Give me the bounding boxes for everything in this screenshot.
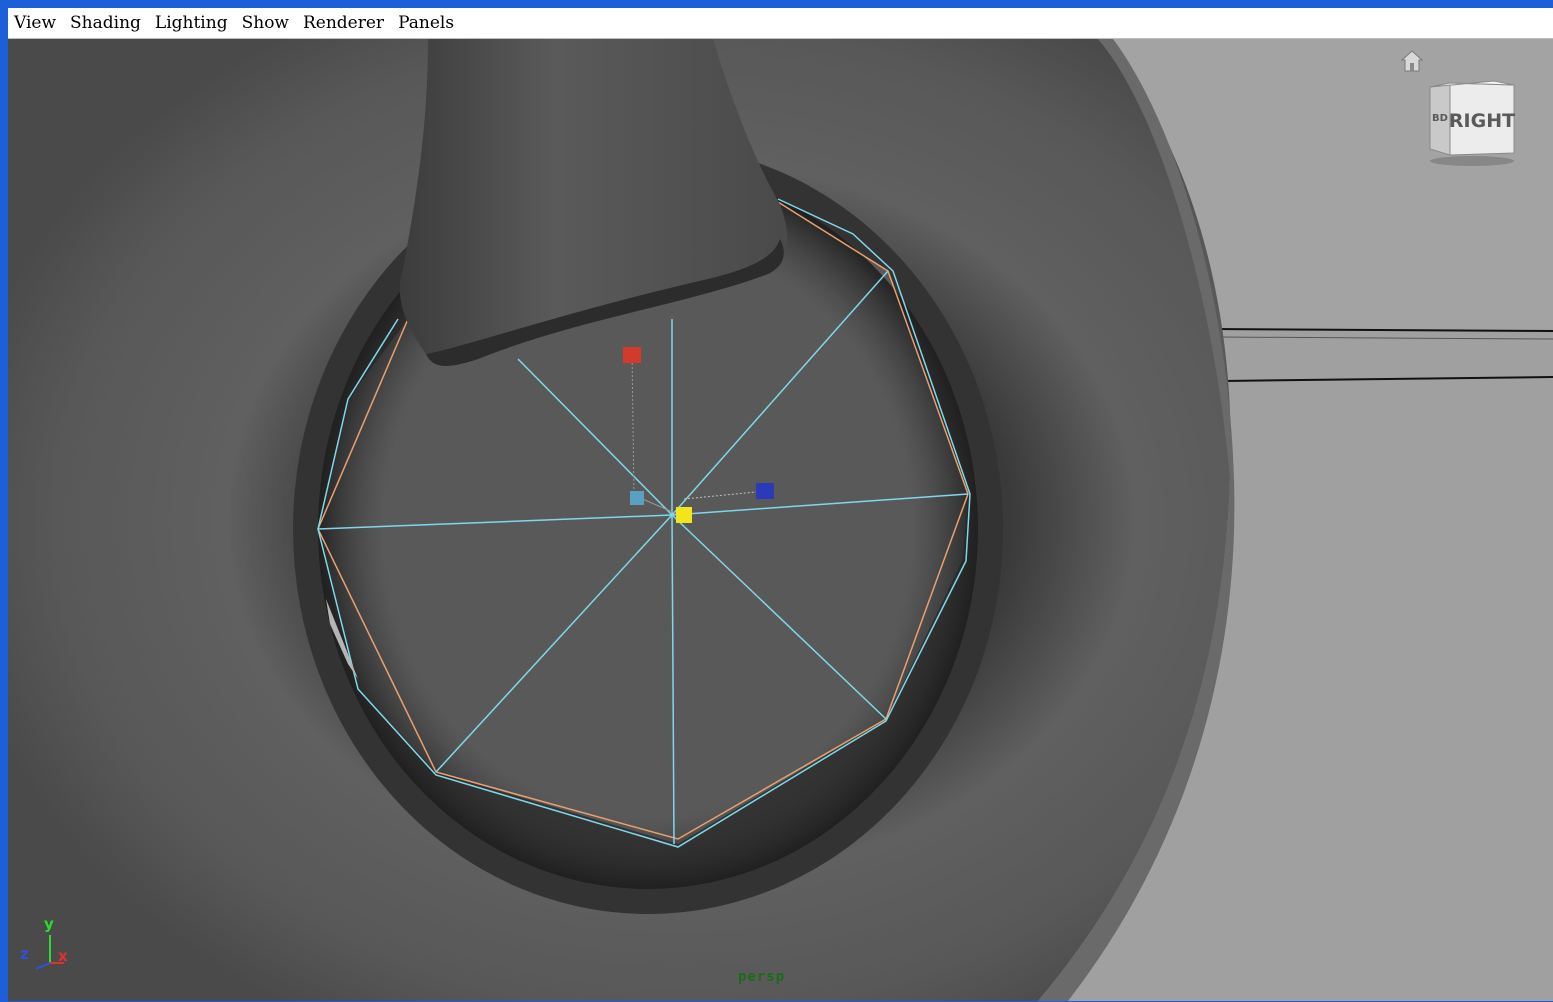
camera-name-label: persp [738,969,786,985]
viewcube-face-label: RIGHT [1449,110,1515,132]
3d-viewport[interactable]: RIGHT BD persp y z x [8,39,1553,1001]
axis-z-label: z [20,945,29,963]
manip-handle-cyan[interactable] [630,491,644,505]
manip-handle-blue[interactable] [756,483,774,499]
view-cube-icon[interactable]: RIGHT BD [1422,79,1522,169]
menu-show[interactable]: Show [242,13,289,33]
menu-shading[interactable]: Shading [70,13,141,33]
viewcube-side-label: BD [1432,113,1448,124]
axis-indicator: y z x [18,915,78,975]
menu-view[interactable]: View [14,13,56,33]
panel-menubar: View Shading Lighting Show Renderer Pane… [8,8,1553,39]
viewport-panel-frame: View Shading Lighting Show Renderer Pane… [0,0,1553,1002]
manip-handle-red[interactable] [623,347,641,363]
manip-handle-center[interactable] [676,507,692,523]
menu-panels[interactable]: Panels [398,13,454,33]
menu-renderer[interactable]: Renderer [303,13,384,33]
axis-y-label: y [44,915,54,933]
home-icon[interactable] [1400,49,1424,73]
scene-canvas[interactable] [8,39,1553,1001]
menu-lighting[interactable]: Lighting [155,13,228,33]
axis-x-label: x [58,947,68,965]
